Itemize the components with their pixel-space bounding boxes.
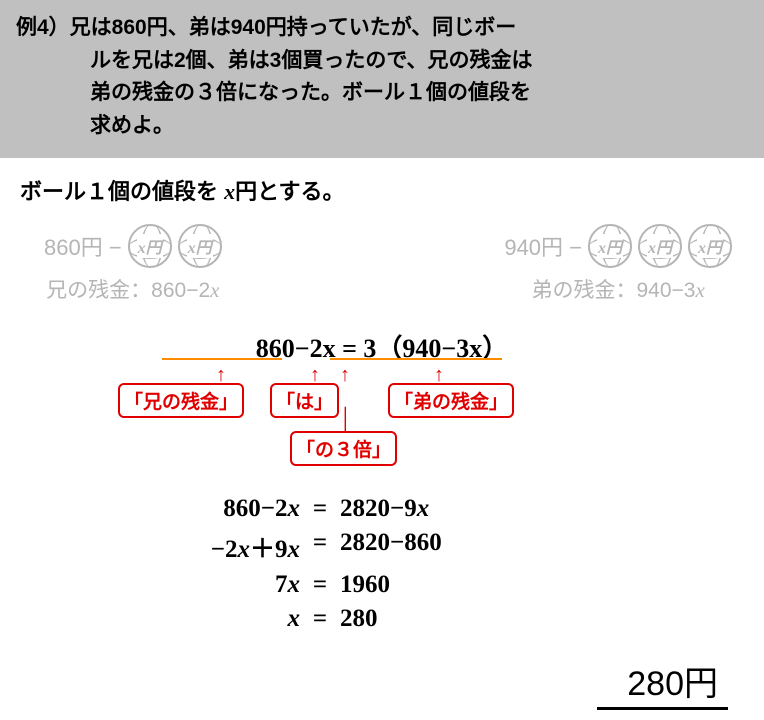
ball-label: x円 — [647, 234, 673, 258]
diag-right-start: 940円 − — [504, 230, 582, 262]
eq-sign: = — [300, 605, 340, 633]
diagram-right: 940円 − x円 x円 x円 弟の残金：940−3x — [504, 224, 732, 304]
answer-text: 280円 — [597, 656, 728, 710]
eq-sign: = — [300, 495, 340, 523]
step-rhs: 280 — [340, 605, 764, 633]
diag-left-bottom: 兄の残金：860−2x — [46, 274, 219, 304]
ball-label: x円 — [187, 234, 213, 258]
annot-wa: 「は」 — [270, 383, 339, 418]
step-row: −2x＋9x = 2820−860 — [0, 529, 764, 565]
ball-icon: x円 — [588, 224, 632, 268]
diag-right-var: x — [695, 278, 704, 302]
diagram-left: 860円 − x円 x円 兄の残金：860−2x — [44, 224, 222, 304]
step-lhs: 7x — [0, 571, 300, 599]
step-lhs: −2x＋9x — [0, 529, 300, 565]
diagram-right-top: 940円 − x円 x円 x円 — [504, 224, 732, 268]
ball-icon: x円 — [638, 224, 682, 268]
step-row: 7x = 1960 — [0, 571, 764, 599]
underline-left — [162, 358, 282, 360]
eq-sign: = — [300, 571, 340, 599]
eq-sign: = — [300, 529, 340, 565]
diag-right-bottom: 弟の残金：940−3x — [532, 274, 705, 304]
annot-3bai: 「の３倍」 — [290, 431, 397, 466]
arrow-icon: ↑ — [340, 365, 350, 385]
underline-right — [330, 358, 502, 360]
problem-box: 例4）兄は860円、弟は940円持っていたが、同じボー ルを兄は2個、弟は3個買… — [0, 0, 764, 158]
step-rhs: 2820−9x — [340, 495, 764, 523]
problem-label: 例4） — [16, 16, 70, 39]
main-equation: 860−2x = 3（940−3x） — [0, 328, 764, 365]
problem-line1: 兄は860円、弟は940円持っていたが、同じボー — [70, 16, 517, 39]
step-lhs: 860−2x — [0, 495, 300, 523]
diagram: 860円 − x円 x円 兄の残金：860−2x 940円 − x円 x円 x円… — [0, 214, 764, 308]
ball-label: x円 — [697, 234, 723, 258]
step-row: x = 280 — [0, 605, 764, 633]
arrow-icon: ↑ — [434, 365, 444, 385]
annot-otouto: 「弟の残金」 — [388, 383, 514, 418]
step-row: 860−2x = 2820−9x — [0, 495, 764, 523]
annotation-layer: ↑ ↑ ↑ ↑ 「兄の残金」 「は」 「弟の残金」 │ 「の３倍」 — [0, 367, 764, 487]
solve-steps: 860−2x = 2820−9x −2x＋9x = 2820−860 7x = … — [0, 495, 764, 633]
diag-left-label: 兄の残金：860−2 — [46, 279, 210, 302]
answer: 280円 — [597, 656, 728, 710]
step-lhs: x — [0, 605, 300, 633]
annot-brother: 「兄の残金」 — [118, 383, 244, 418]
ball-icon: x円 — [178, 224, 222, 268]
diag-left-var: x — [210, 278, 219, 302]
ball-icon: x円 — [688, 224, 732, 268]
arrow-icon: │ — [340, 409, 353, 429]
arrow-icon: ↑ — [216, 365, 226, 385]
let-suffix: 円とする。 — [235, 179, 344, 204]
problem-line2: ルを兄は2個、弟は3個買ったので、兄の残金は — [16, 45, 748, 78]
problem-line3: 弟の残金の３倍になった。ボール１個の値段を — [16, 77, 748, 110]
diagram-left-top: 860円 − x円 x円 — [44, 224, 222, 268]
step-rhs: 1960 — [340, 571, 764, 599]
ball-icon: x円 — [128, 224, 172, 268]
problem-line4: 求めよ。 — [16, 110, 748, 143]
step-rhs: 2820−860 — [340, 529, 764, 565]
arrow-icon: ↑ — [310, 365, 320, 385]
let-var: x — [224, 179, 235, 204]
let-statement: ボール１個の値段を x円とする。 — [20, 174, 764, 206]
ball-label: x円 — [137, 234, 163, 258]
diag-right-label: 弟の残金：940−3 — [532, 279, 696, 302]
ball-label: x円 — [597, 234, 623, 258]
let-prefix: ボール１個の値段を — [20, 179, 224, 204]
diag-left-start: 860円 − — [44, 230, 122, 262]
